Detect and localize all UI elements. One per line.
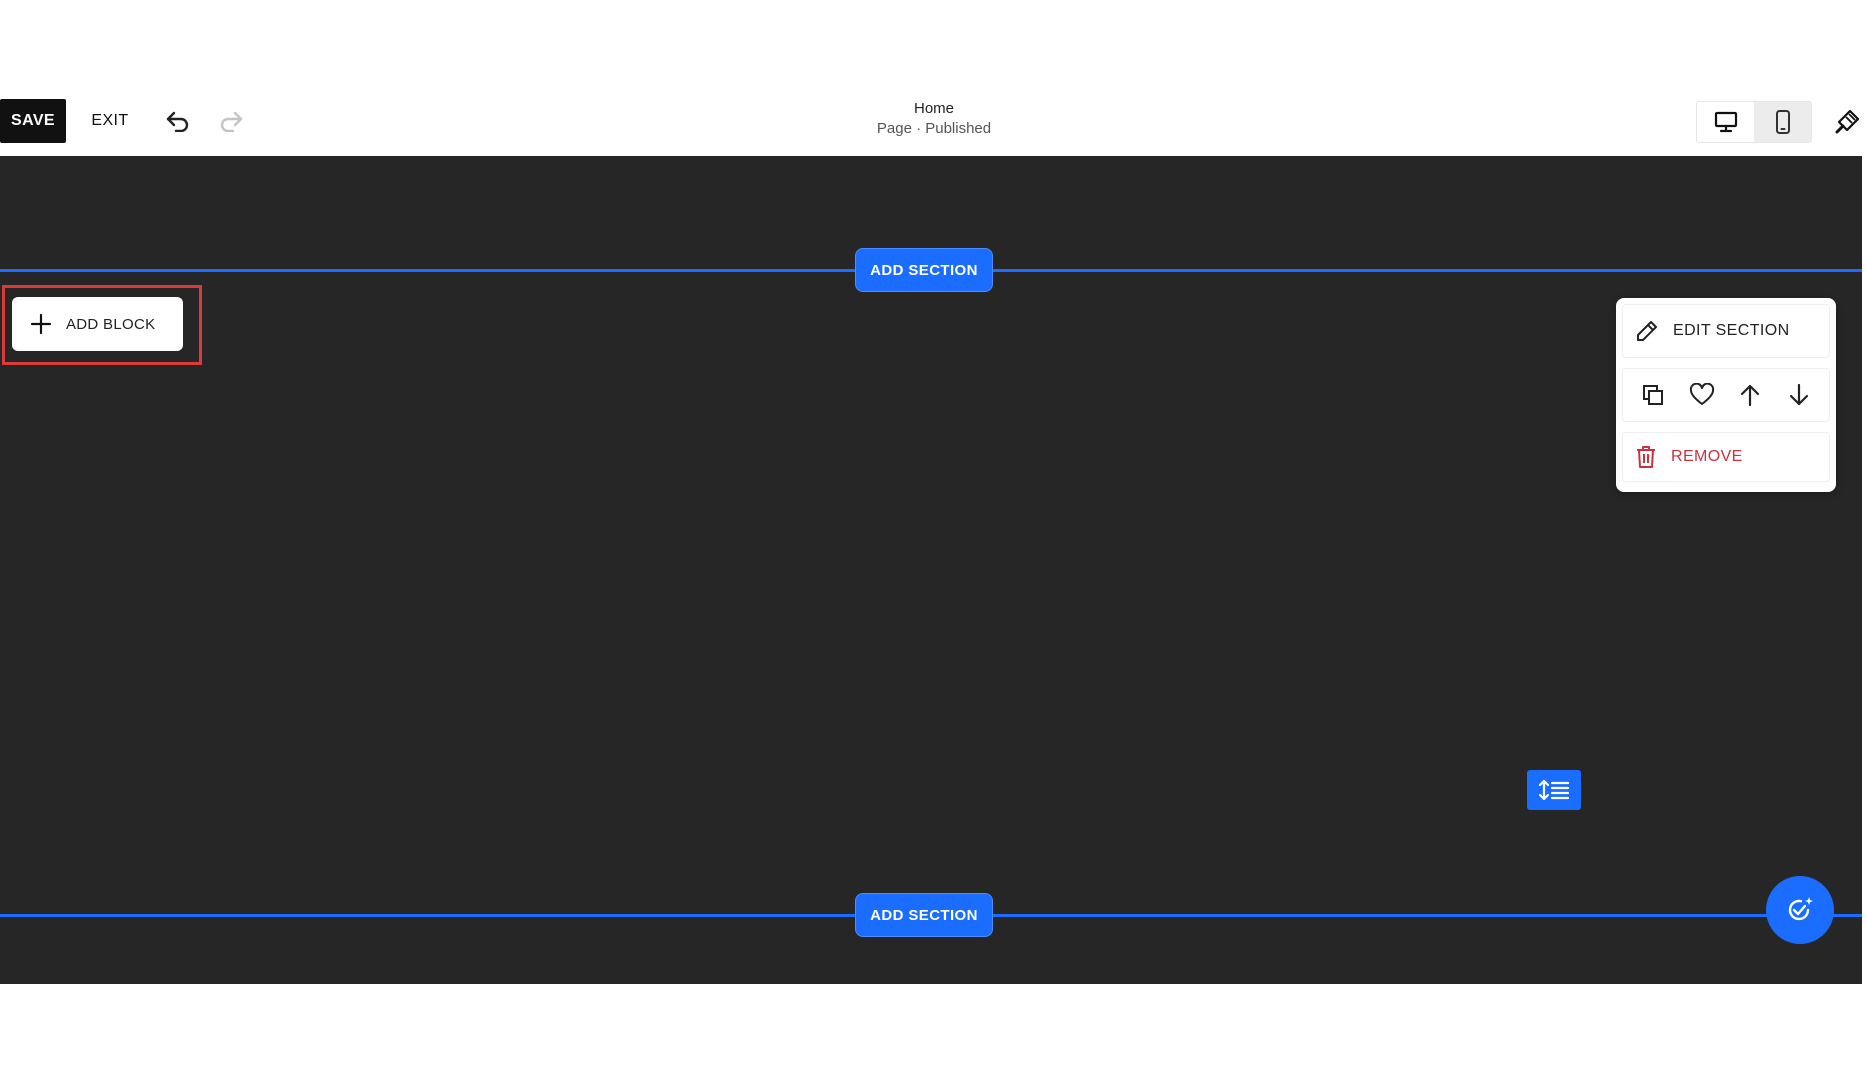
editor-screen: SAVE EXIT Home Page · Published ADD SECT… [0,0,1866,1080]
remove-section-label: REMOVE [1671,448,1743,465]
edit-section-button[interactable]: EDIT SECTION [1622,304,1830,358]
page-status: Page · Published [876,120,992,137]
duplicate-icon [1643,385,1664,405]
section-actions [1622,368,1830,422]
section-toolbar: EDIT SECTION REMOVE [1616,298,1836,492]
plus-icon [30,313,52,335]
pencil-icon [1637,321,1657,341]
undo-button[interactable] [160,102,196,140]
add-section-button-top[interactable]: ADD SECTION [855,248,993,292]
add-block-label: ADD BLOCK [66,315,156,333]
redo-icon [220,111,243,132]
editor-toolbar: SAVE EXIT Home Page · Published [0,96,1866,156]
move-section-down-button[interactable] [1779,375,1819,415]
spacing-icon [1538,779,1570,801]
desktop-icon [1714,111,1737,133]
mobile-view-button[interactable] [1754,102,1811,142]
arrow-down-icon [1789,383,1808,406]
add-block-button[interactable]: ADD BLOCK [12,297,183,351]
arrow-up-icon [1741,384,1760,407]
exit-button[interactable]: EXIT [80,99,140,143]
paintbrush-icon [1835,109,1860,134]
redo-button[interactable] [213,102,249,140]
add-section-button-bottom[interactable]: ADD SECTION [855,893,993,937]
desktop-view-button[interactable] [1697,102,1754,142]
site-styles-button[interactable] [1830,104,1864,140]
trash-icon [1637,446,1655,468]
page-info[interactable]: Home Page · Published [834,99,1034,139]
page-canvas[interactable]: ADD SECTION ADD BLOCK EDIT SECTION REMOV… [0,156,1862,984]
move-section-up-button[interactable] [1730,375,1770,415]
sparkle-check-icon [1788,897,1813,921]
save-button[interactable]: SAVE [0,99,66,143]
save-section-button[interactable] [1682,375,1722,415]
undo-icon [166,111,189,132]
assistant-button[interactable] [1766,876,1834,944]
mobile-icon [1775,110,1790,134]
page-title: Home [913,100,954,117]
remove-section-button[interactable]: REMOVE [1622,432,1830,482]
section-spacing-button[interactable] [1527,770,1581,810]
edit-section-label: EDIT SECTION [1673,322,1790,339]
device-toggle [1696,101,1812,143]
heart-icon [1689,383,1714,405]
duplicate-section-button[interactable] [1633,375,1673,415]
